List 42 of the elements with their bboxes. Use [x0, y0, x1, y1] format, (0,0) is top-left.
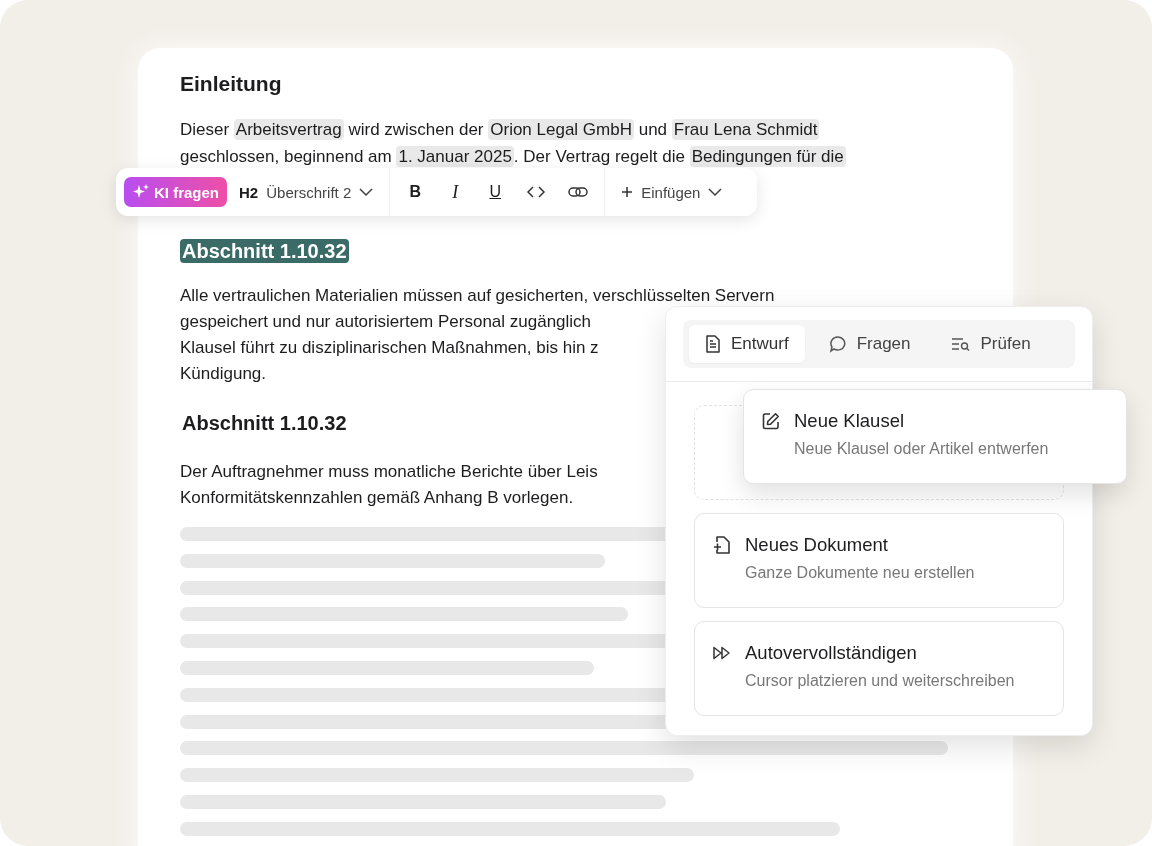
body-text: Alle vertraulichen Materialien müssen auf gesicherten, verschlüsselten Servern — [180, 286, 775, 305]
link-icon — [568, 186, 589, 198]
file-plus-icon — [713, 535, 731, 555]
panel-tab[interactable]: Fragen — [812, 325, 927, 363]
action-card[interactable]: Autovervollständigen Cursor platzieren und weiterschreiben — [694, 621, 1064, 716]
document-title: Einleitung — [180, 71, 283, 97]
plus-icon — [621, 186, 634, 198]
action-card[interactable]: Neues Dokument Ganze Dokumente neu erstellen — [694, 513, 1064, 608]
fast-forward-icon — [713, 646, 731, 660]
highlighted-term: Frau Lena Schmidt — [671, 119, 820, 140]
body-text: Konformitätskennzahlen gemäß Anhang B vorlegen. — [180, 488, 574, 507]
chevron-down-icon — [359, 188, 374, 196]
pencil-square-icon — [762, 412, 780, 430]
body-text: Kündigung. — [180, 364, 267, 383]
body-text: gespeichert und nur autorisiertem Personal zugänglich — [180, 312, 592, 331]
highlighted-term: Orion Legal GmbH — [488, 119, 634, 140]
section-heading: Abschnitt 1.10.32 — [181, 411, 348, 435]
bold-button[interactable]: B — [396, 175, 435, 209]
list-search-icon — [950, 337, 971, 351]
body-text: wird zwischen der — [347, 120, 485, 139]
action-card[interactable]: Neue Klausel Neue Klausel oder Artikel entwerfen — [743, 389, 1127, 484]
italic-button[interactable]: I — [436, 175, 475, 209]
body-text: Klausel führt zu disziplinarischen Maßnahmen, bis hin z — [180, 338, 599, 357]
body-text: Dieser — [180, 120, 231, 139]
highlighted-term: Bedingungen für die — [689, 146, 846, 167]
body-text: Der Auftragnehmer muss monatliche Berichte über Leis — [180, 462, 598, 481]
highlighted-term: Arbeitsvertrag — [233, 119, 344, 140]
code-icon — [527, 186, 546, 198]
chat-bubble-icon — [828, 335, 847, 353]
underline-button[interactable]: U — [476, 175, 515, 209]
body-text: geschlossen, beginnend am — [180, 147, 393, 166]
heading-dropdown[interactable]: H2 Überschrift 2 — [229, 175, 384, 209]
panel-tab[interactable]: Prüfen — [934, 325, 1047, 363]
insert-dropdown[interactable]: Einfügen — [611, 175, 733, 209]
highlighted-term: 1. Januar 2025 — [396, 146, 514, 167]
chevron-down-icon — [708, 188, 723, 196]
section-heading: Abschnitt 1.10.32 — [180, 239, 349, 263]
document-icon — [705, 335, 721, 353]
body-text: . Der Vertrag regelt die — [513, 147, 686, 166]
ai-button[interactable]: KI fragen — [124, 177, 227, 207]
body-text: und — [637, 120, 669, 139]
panel-tab[interactable]: Entwurf — [689, 325, 805, 363]
